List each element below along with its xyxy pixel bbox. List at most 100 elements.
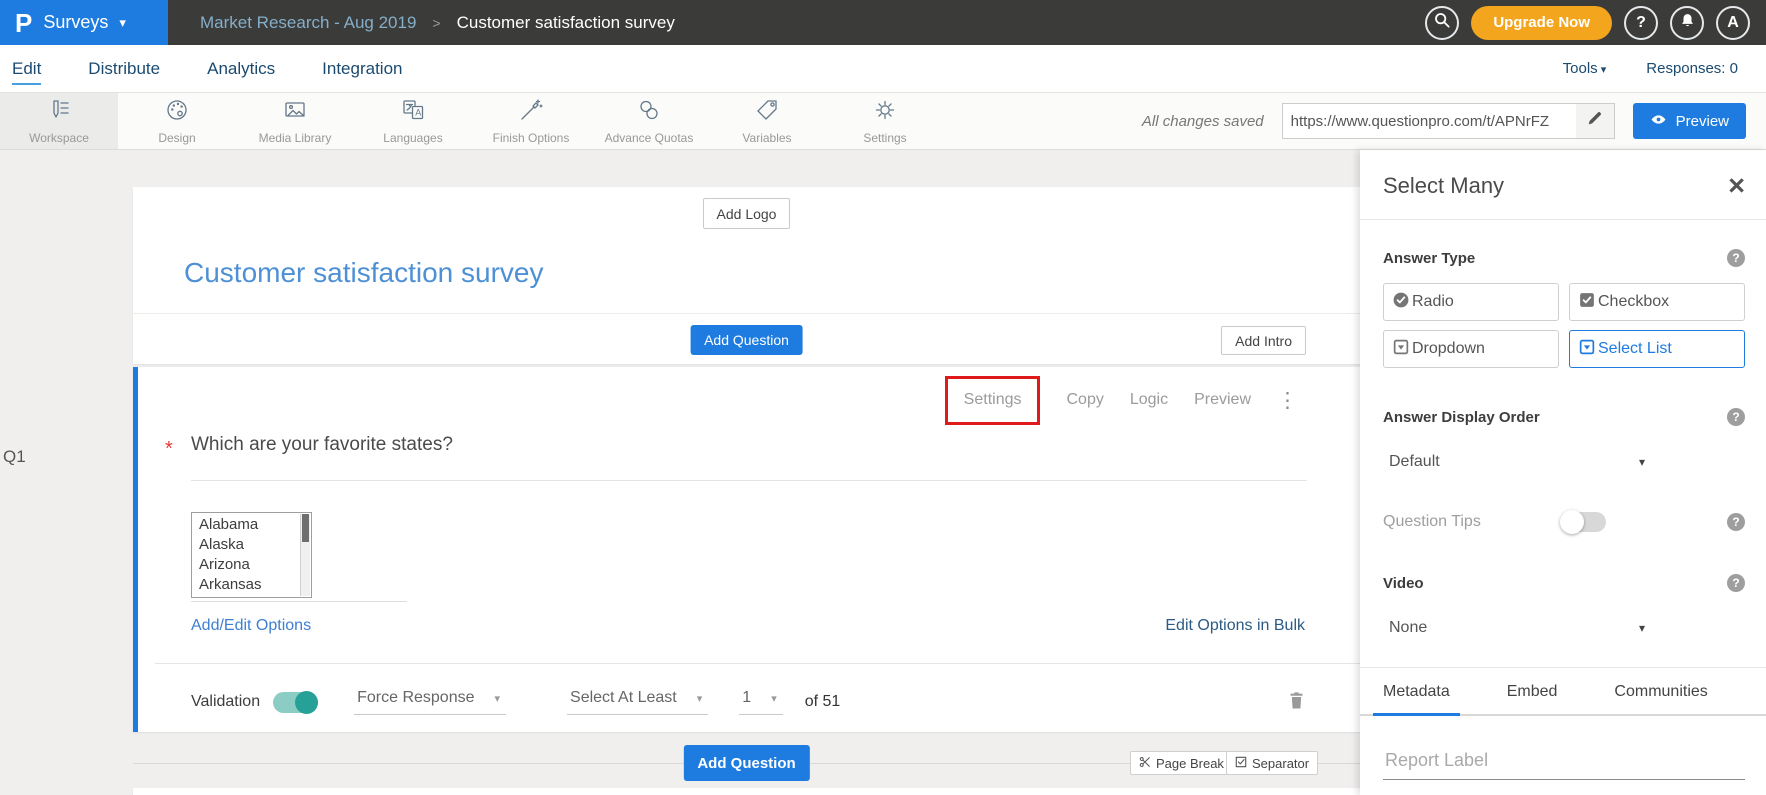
upgrade-now-button[interactable]: Upgrade Now bbox=[1471, 6, 1612, 40]
toolbar-item-label: Settings bbox=[863, 131, 906, 145]
required-asterisk: * bbox=[165, 438, 173, 461]
help-icon[interactable]: ? bbox=[1727, 408, 1745, 426]
save-status: All changes saved bbox=[1142, 113, 1264, 130]
answer-list-area: Alabama Alaska Arizona Arkansas bbox=[191, 512, 407, 602]
avatar[interactable]: A bbox=[1716, 6, 1750, 40]
list-option[interactable]: Alaska bbox=[199, 535, 299, 555]
question-card: Settings Copy Logic Preview ⋮ * Which ar… bbox=[133, 367, 1360, 732]
edit-url-button[interactable] bbox=[1576, 104, 1614, 138]
answer-display-order-header: Answer Display Order ? bbox=[1383, 408, 1745, 426]
survey-url-input[interactable] bbox=[1283, 113, 1576, 130]
design-icon bbox=[164, 97, 190, 128]
validation-toggle[interactable] bbox=[273, 692, 318, 713]
question-title-row: * Which are your favorite states? bbox=[186, 434, 1307, 481]
toolbar-item-label: Variables bbox=[742, 131, 791, 145]
surveys-menu[interactable]: P Surveys bbox=[0, 0, 168, 45]
video-dropdown[interactable]: None bbox=[1383, 619, 1645, 637]
notifications-button[interactable] bbox=[1670, 6, 1704, 40]
validation-rule-dropdown[interactable]: Select At Least bbox=[567, 689, 708, 715]
question-settings-panel: Select Many × Answer Type ? Radio Checkb… bbox=[1360, 150, 1766, 795]
answer-type-radio[interactable]: Radio bbox=[1383, 283, 1559, 321]
page-break-button[interactable]: Page Break bbox=[1130, 751, 1233, 775]
add-logo-button[interactable]: Add Logo bbox=[703, 198, 791, 229]
question-preview-action[interactable]: Preview bbox=[1194, 391, 1251, 409]
tab-integration[interactable]: Integration bbox=[322, 45, 402, 92]
pencil-icon bbox=[1587, 111, 1602, 131]
delete-question-button[interactable] bbox=[1288, 690, 1305, 715]
answer-type-label: Answer Type bbox=[1383, 250, 1475, 267]
toolbar-item-media-library[interactable]: Media Library bbox=[236, 93, 354, 149]
add-intro-button[interactable]: Add Intro bbox=[1221, 326, 1306, 355]
close-icon[interactable]: × bbox=[1728, 176, 1745, 196]
media-library-icon bbox=[282, 97, 308, 128]
separator-button[interactable]: Separator bbox=[1226, 751, 1318, 775]
question-tips-toggle[interactable] bbox=[1561, 512, 1606, 532]
responses-count[interactable]: Responses: 0 bbox=[1646, 60, 1738, 77]
help-icon[interactable]: ? bbox=[1727, 574, 1745, 592]
survey-header-card: Add Logo Customer satisfaction survey Ad… bbox=[133, 187, 1360, 364]
list-scrollbar[interactable] bbox=[300, 514, 310, 596]
answer-type-header: Answer Type ? bbox=[1383, 249, 1745, 267]
video-header: Video ? bbox=[1383, 574, 1745, 592]
tab-edit[interactable]: Edit bbox=[12, 45, 41, 92]
tools-menu[interactable]: Tools bbox=[1563, 60, 1607, 77]
question-logic-action[interactable]: Logic bbox=[1130, 391, 1168, 409]
answer-type-select-list[interactable]: Select List bbox=[1569, 330, 1745, 368]
question-text[interactable]: Which are your favorite states? bbox=[191, 434, 1307, 481]
select-list-box[interactable]: Alabama Alaska Arizona Arkansas bbox=[191, 512, 312, 598]
toolbar-item-variables[interactable]: Variables bbox=[708, 93, 826, 149]
panel-divider bbox=[1360, 219, 1766, 220]
validation-count-dropdown[interactable]: 1 bbox=[739, 689, 782, 715]
toolbar-item-languages[interactable]: A Languages bbox=[354, 93, 472, 149]
validation-label: Validation bbox=[191, 693, 260, 711]
toolbar-item-finish-options[interactable]: Finish Options bbox=[472, 93, 590, 149]
help-icon[interactable]: ? bbox=[1727, 249, 1745, 267]
question-tips-row: Question Tips ? bbox=[1383, 512, 1745, 532]
answer-type-dropdown[interactable]: Dropdown bbox=[1383, 330, 1559, 368]
tab-distribute[interactable]: Distribute bbox=[88, 45, 160, 92]
dropdown-box-icon bbox=[1392, 338, 1410, 361]
add-edit-options-link[interactable]: Add/Edit Options bbox=[191, 617, 311, 635]
validation-row: Validation Force Response Select At Leas… bbox=[191, 679, 1305, 725]
list-scrollbar-thumb[interactable] bbox=[302, 514, 309, 542]
radio-check-icon bbox=[1392, 291, 1410, 314]
add-question-button-top[interactable]: Add Question bbox=[690, 325, 803, 355]
tab-metadata[interactable]: Metadata bbox=[1383, 668, 1450, 716]
checkbox-icon bbox=[1578, 291, 1596, 314]
help-icon[interactable]: ? bbox=[1727, 513, 1745, 531]
list-option[interactable]: Arkansas bbox=[199, 575, 299, 595]
toolbar-item-design[interactable]: Design bbox=[118, 93, 236, 149]
validation-count-value: 1 bbox=[742, 689, 751, 707]
force-response-dropdown[interactable]: Force Response bbox=[354, 689, 506, 715]
help-button[interactable]: ? bbox=[1624, 6, 1658, 40]
add-question-button-bottom[interactable]: Add Question bbox=[683, 745, 809, 781]
survey-title[interactable]: Customer satisfaction survey bbox=[184, 257, 543, 289]
report-label-input[interactable] bbox=[1383, 746, 1745, 780]
question-copy-action[interactable]: Copy bbox=[1066, 391, 1103, 409]
question-actions: Settings Copy Logic Preview ⋮ bbox=[945, 373, 1298, 427]
toolbar-item-settings[interactable]: Settings bbox=[826, 93, 944, 149]
answer-type-checkbox[interactable]: Checkbox bbox=[1569, 283, 1745, 321]
force-response-value: Force Response bbox=[357, 689, 474, 707]
list-option[interactable]: Arizona bbox=[199, 555, 299, 575]
validation-rule-value: Select At Least bbox=[570, 689, 677, 707]
more-options-icon[interactable]: ⋮ bbox=[1277, 390, 1298, 411]
answer-type-grid: Radio Checkbox Dropdown Select List bbox=[1383, 283, 1745, 368]
answer-display-order-dropdown[interactable]: Default bbox=[1383, 453, 1645, 471]
breadcrumb-folder[interactable]: Market Research - Aug 2019 bbox=[200, 13, 416, 33]
settings-action-highlight: Settings bbox=[945, 376, 1041, 425]
search-button[interactable] bbox=[1425, 6, 1459, 40]
question-number-label: Q1 bbox=[3, 447, 26, 467]
chevron-down-icon bbox=[494, 689, 500, 707]
question-settings-action[interactable]: Settings bbox=[964, 391, 1022, 409]
tab-analytics[interactable]: Analytics bbox=[207, 45, 275, 92]
tab-embed[interactable]: Embed bbox=[1507, 668, 1558, 716]
edit-options-in-bulk-link[interactable]: Edit Options in Bulk bbox=[1165, 617, 1305, 635]
toolbar-item-advance-quotas[interactable]: Advance Quotas bbox=[590, 93, 708, 149]
toolbar-item-workspace[interactable]: Workspace bbox=[0, 93, 118, 149]
trash-icon bbox=[1288, 690, 1305, 715]
tab-communities[interactable]: Communities bbox=[1614, 668, 1707, 716]
preview-button[interactable]: Preview bbox=[1633, 103, 1746, 139]
edit-toolbar: Workspace Design Media Library A Languag… bbox=[0, 92, 1766, 150]
list-option[interactable]: Alabama bbox=[199, 515, 299, 535]
